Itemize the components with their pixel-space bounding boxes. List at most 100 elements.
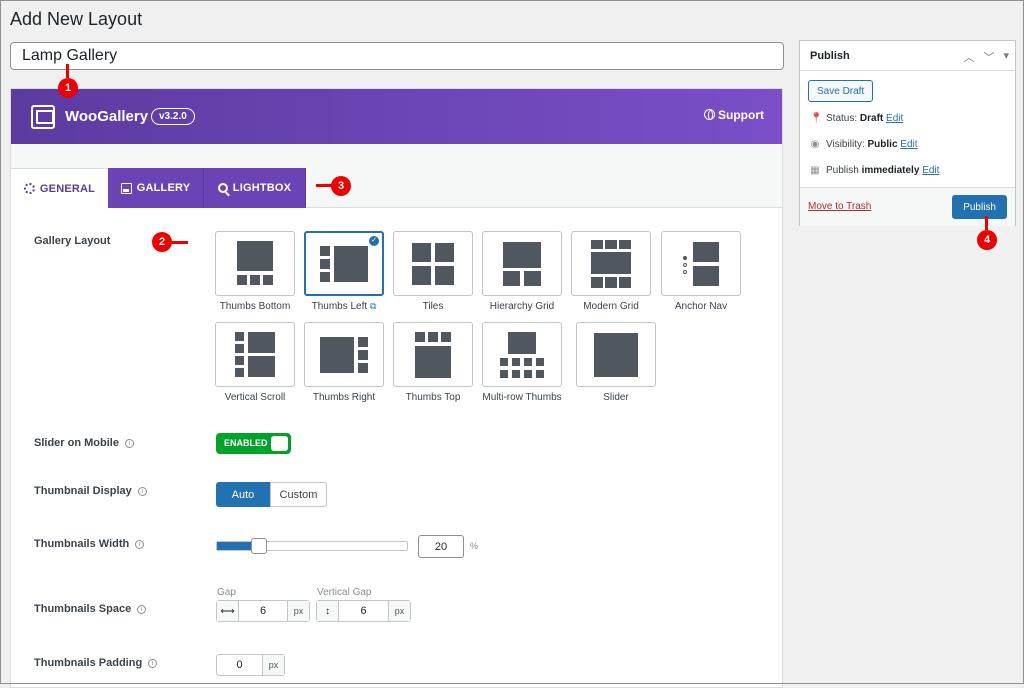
- chevron-up-icon[interactable]: ︿: [963, 49, 974, 65]
- annotation-marker-4: 4: [977, 230, 997, 250]
- layout-preview: ✓: [304, 231, 384, 296]
- hierarchy-grid-icon: [503, 241, 541, 286]
- vertical-gap-input-group: ↕ 6 px: [316, 600, 411, 622]
- publish-box: Publish ︿ ﹀ ▾ Save Draft 📍 Status: Draft …: [799, 40, 1016, 226]
- edit-status-link[interactable]: Edit: [886, 113, 903, 124]
- layout-preview: [393, 231, 473, 296]
- tab-label: GENERAL: [39, 182, 96, 195]
- thumbnails-width-input[interactable]: 20: [418, 535, 464, 558]
- layout-preview: [571, 231, 651, 296]
- layout-preview: [482, 231, 562, 296]
- layout-preview: [215, 231, 295, 296]
- woogallery-panel: WooGallery v3.2.0 Support GENERAL GALLER…: [10, 88, 783, 688]
- layout-option-thumbs-top[interactable]: Thumbs Top: [393, 322, 473, 403]
- tab-general[interactable]: GENERAL: [11, 168, 108, 208]
- toggle-knob: [271, 436, 288, 451]
- checkmark-icon: ✓: [369, 236, 379, 246]
- search-icon: [217, 183, 228, 193]
- layout-option-label: Slider: [603, 392, 629, 403]
- layout-option-thumbs-bottom[interactable]: Thumbs Bottom: [215, 231, 295, 312]
- slider-thumb[interactable]: [251, 538, 267, 554]
- horizontal-arrows-icon: ⟷: [217, 601, 239, 621]
- layout-preview: [304, 322, 384, 387]
- layout-option-slider[interactable]: Slider: [576, 322, 656, 403]
- publish-box-title: Publish: [810, 50, 850, 62]
- version-badge: v3.2.0: [151, 108, 195, 125]
- layout-option-tiles[interactable]: Tiles: [393, 231, 473, 312]
- eye-icon: ◉: [810, 139, 820, 150]
- slider-fill: [217, 542, 255, 550]
- layout-option-thumbs-left[interactable]: ✓ Thumbs Left ⧉: [304, 231, 384, 312]
- layout-option-label-row: Thumbs Left ⧉: [304, 301, 384, 312]
- info-icon[interactable]: i: [135, 540, 145, 549]
- thumbnails-width-slider[interactable]: [216, 538, 408, 554]
- info-icon[interactable]: i: [148, 659, 158, 668]
- edit-visibility-link[interactable]: Edit: [900, 139, 917, 150]
- pin-icon: 📍: [810, 113, 823, 124]
- layout-option-hierarchy-grid[interactable]: Hierarchy Grid: [482, 231, 562, 312]
- layout-option-label: Modern Grid: [583, 301, 639, 312]
- support-link[interactable]: Support: [704, 108, 764, 122]
- tab-gallery[interactable]: GALLERY: [108, 168, 204, 208]
- thumbs-bottom-icon: [237, 240, 273, 287]
- layout-option-thumbs-right[interactable]: Thumbs Right: [304, 322, 384, 403]
- tab-label: LIGHTBOX: [232, 182, 292, 194]
- image-icon: [120, 182, 132, 194]
- external-link-icon[interactable]: ⧉: [370, 301, 376, 311]
- woogallery-logo-icon: [31, 105, 55, 129]
- slider-on-mobile-toggle[interactable]: ENABLED: [216, 433, 291, 454]
- thumbnails-width-label-row: Thumbnails Width i: [34, 538, 145, 550]
- layout-option-anchor-nav[interactable]: Anchor Nav: [661, 231, 741, 312]
- layout-option-label: Thumbs Top: [405, 392, 461, 403]
- tab-lightbox[interactable]: LIGHTBOX: [204, 168, 306, 208]
- layout-option-modern-grid[interactable]: Modern Grid: [571, 231, 651, 312]
- tiles-icon: [412, 242, 454, 285]
- vertical-gap-label: Vertical Gap: [317, 587, 372, 598]
- status-value: Draft: [859, 113, 884, 124]
- vertical-arrows-icon: ↕: [317, 601, 339, 621]
- thumbnails-space-label: Thumbnails Space: [34, 603, 132, 615]
- layout-preview: [215, 322, 295, 387]
- thumbnails-space-label-row: Thumbnails Space i: [34, 603, 147, 615]
- layout-option-multi-row-thumbs[interactable]: Multi-row Thumbs: [482, 322, 562, 403]
- gap-input[interactable]: 6: [239, 601, 287, 621]
- slider-on-mobile-label: Slider on Mobile: [34, 437, 119, 449]
- layout-option-label: Anchor Nav: [674, 301, 728, 312]
- thumbnail-display-auto-button[interactable]: Auto: [216, 482, 270, 507]
- publish-value: immediately: [861, 165, 920, 176]
- publish-button[interactable]: Publish: [952, 195, 1007, 219]
- info-icon[interactable]: i: [137, 605, 147, 614]
- vertical-scroll-icon: [235, 331, 275, 378]
- anchor-nav-icon: [683, 241, 719, 286]
- annotation-marker-2: 2: [152, 232, 172, 252]
- padding-unit: px: [262, 655, 284, 675]
- move-to-trash-link[interactable]: Move to Trash: [808, 201, 871, 212]
- layout-option-label: Thumbs Left: [311, 301, 368, 312]
- info-icon[interactable]: i: [124, 439, 134, 448]
- tab-label: GALLERY: [136, 182, 191, 194]
- thumbnails-padding-label-row: Thumbnails Padding i: [34, 657, 158, 669]
- thumbnail-display-label: Thumbnail Display: [34, 485, 132, 497]
- gap-unit: px: [287, 601, 309, 621]
- thumbnail-display-custom-button[interactable]: Custom: [270, 482, 327, 507]
- visibility-label: Visibility:: [826, 139, 865, 150]
- page-title: Add New Layout: [10, 9, 143, 29]
- percent-unit: %: [470, 541, 479, 551]
- save-draft-button[interactable]: Save Draft: [808, 80, 874, 102]
- layout-preview: [393, 322, 473, 387]
- publish-box-footer: Move to Trash Publish: [800, 187, 1015, 226]
- support-label: Support: [718, 108, 764, 122]
- publish-label: Publish: [826, 165, 859, 176]
- caret-down-icon[interactable]: ▾: [1003, 49, 1009, 65]
- chevron-down-icon[interactable]: ﹀: [983, 49, 994, 65]
- info-icon[interactable]: i: [137, 487, 147, 496]
- layout-title-input[interactable]: [10, 42, 784, 70]
- modern-grid-icon: [591, 239, 631, 288]
- vertical-gap-input[interactable]: 6: [339, 601, 388, 621]
- edit-publish-date-link[interactable]: Edit: [922, 165, 939, 176]
- layout-option-label: Thumbs Bottom: [219, 301, 291, 312]
- slider-icon: [594, 332, 638, 377]
- layout-option-label: Hierarchy Grid: [489, 301, 555, 312]
- layout-option-vertical-scroll[interactable]: Vertical Scroll: [215, 322, 295, 403]
- padding-input[interactable]: 0: [217, 655, 262, 675]
